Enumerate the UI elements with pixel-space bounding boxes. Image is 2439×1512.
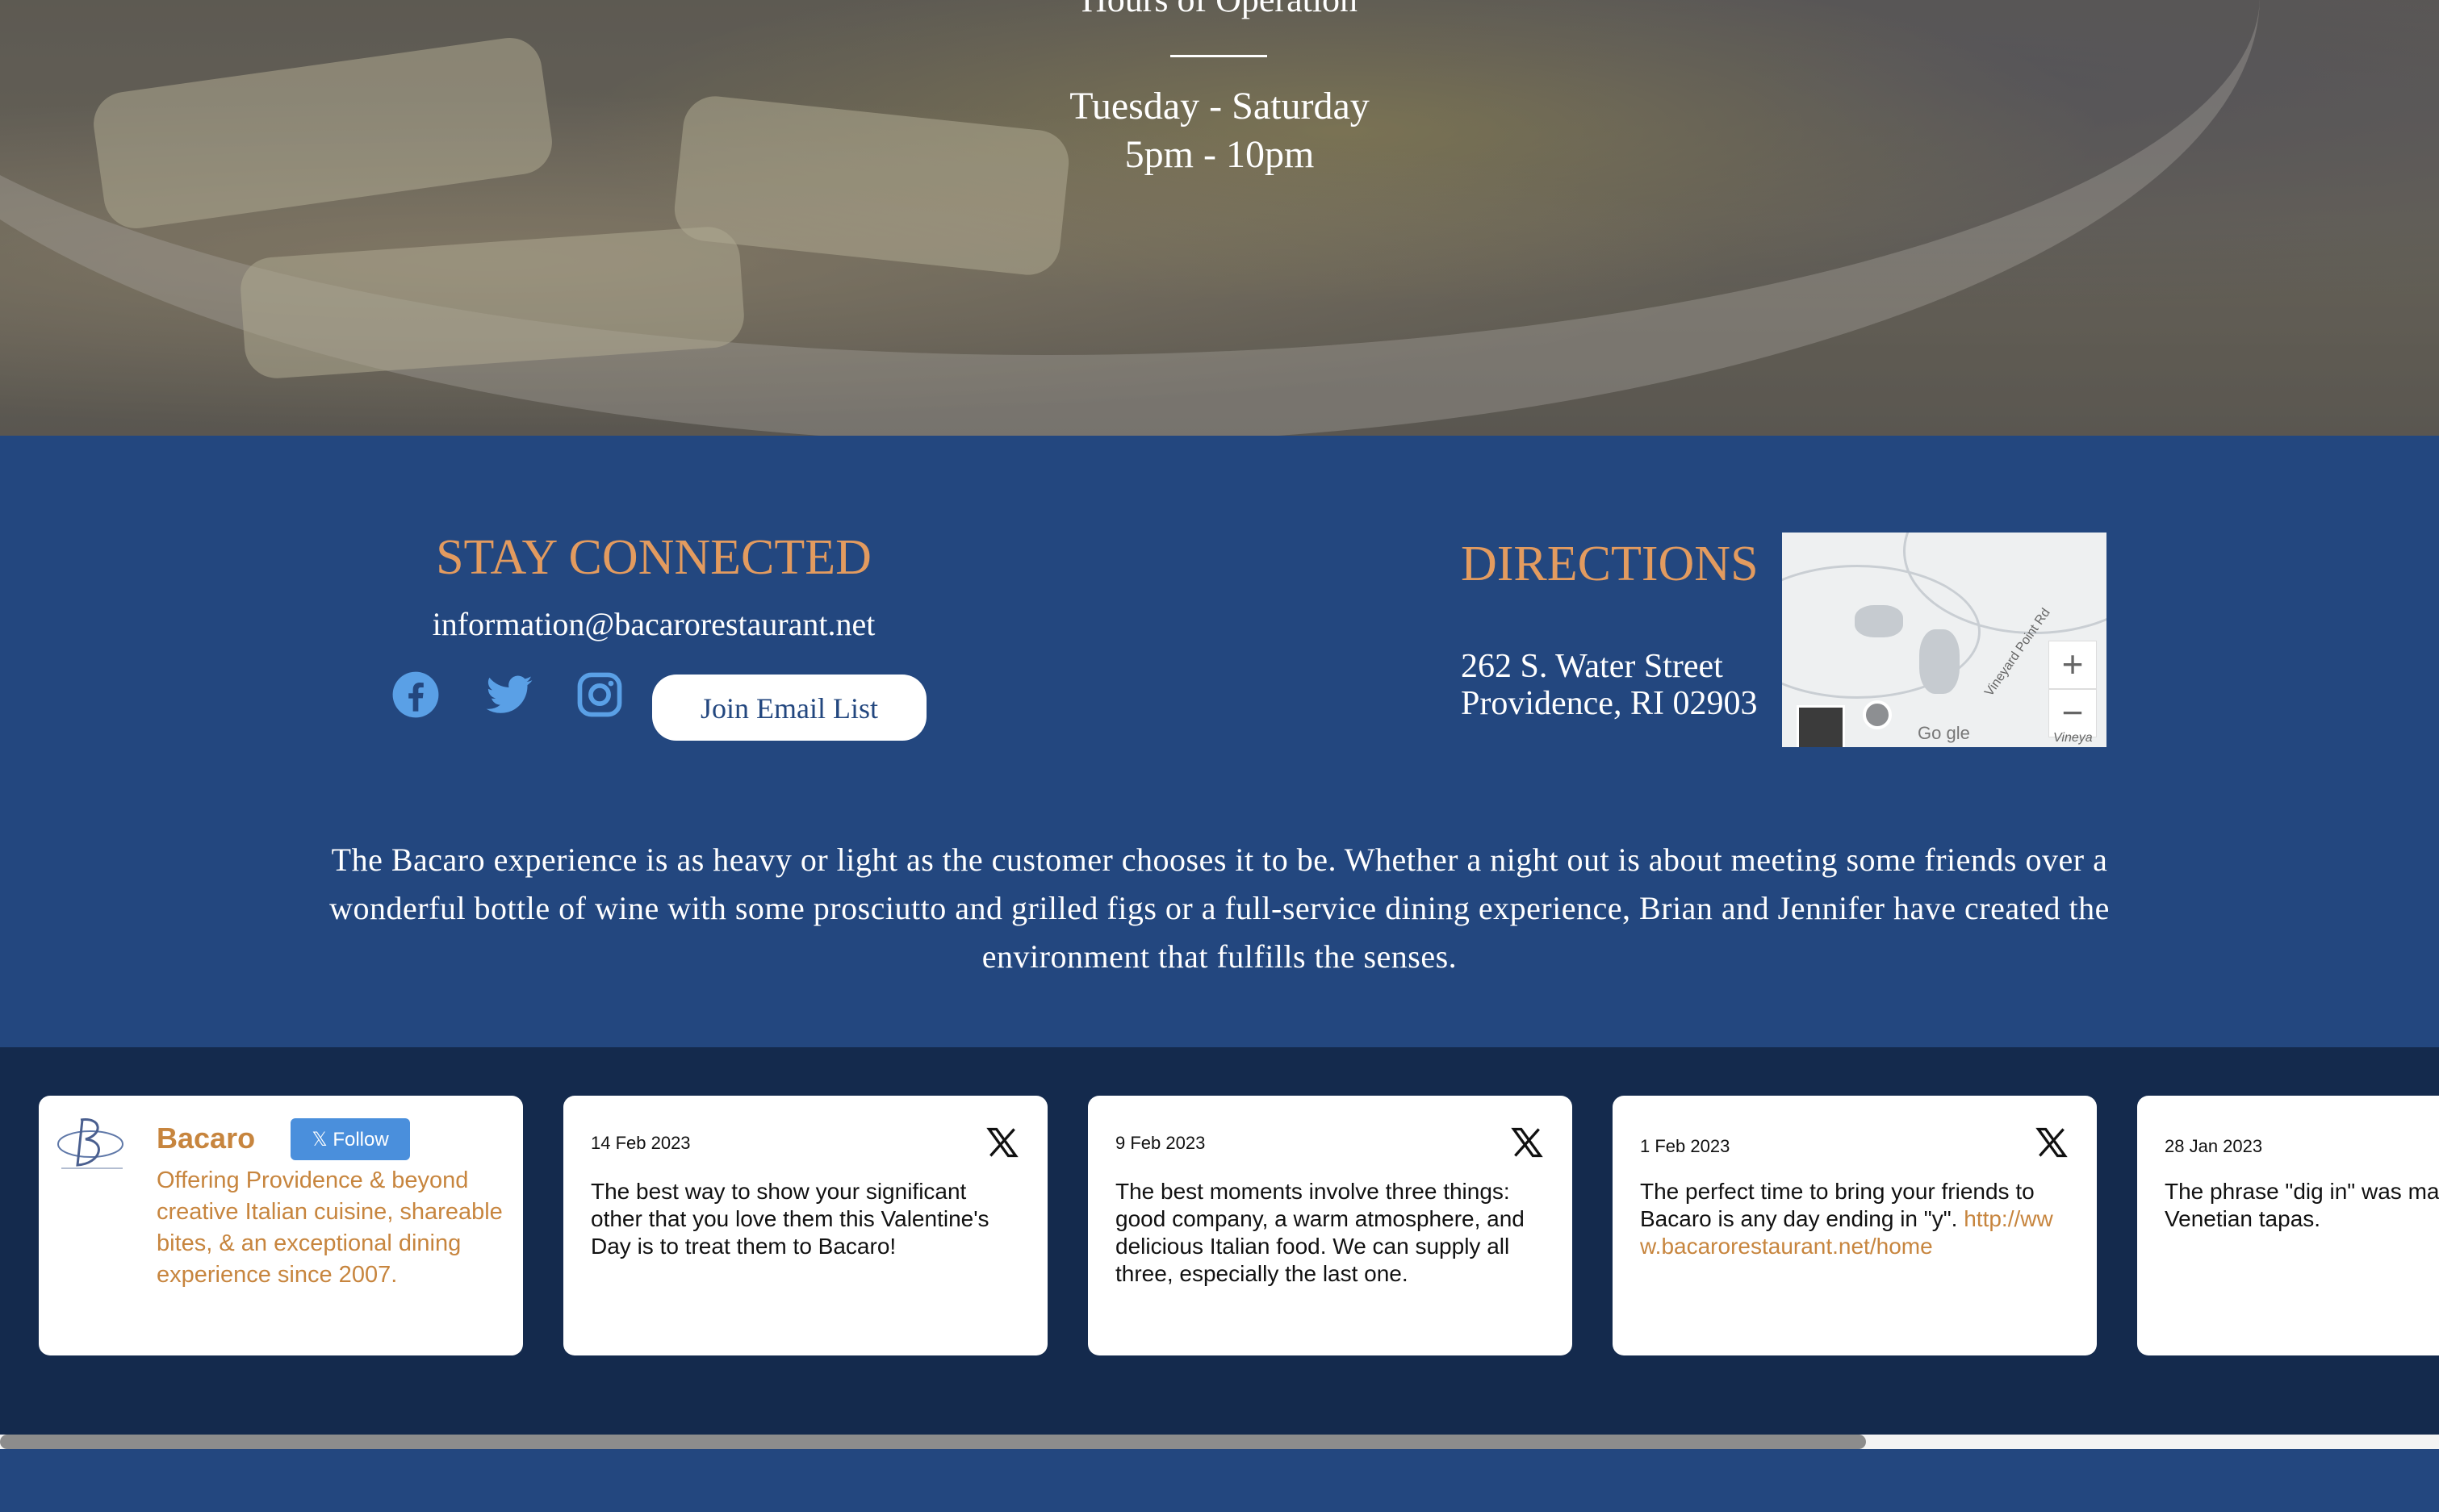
profile-name[interactable]: Bacaro xyxy=(157,1121,255,1155)
x-logo-icon: 𝕏 xyxy=(312,1129,333,1151)
tweet-date: 14 Feb 2023 xyxy=(591,1133,691,1153)
follow-label: Follow xyxy=(333,1129,389,1151)
facebook-icon[interactable] xyxy=(391,670,441,720)
tweet-text: The perfect time to bring your friends t… xyxy=(1640,1178,2069,1260)
tweet-text: The best moments involve three things: g… xyxy=(1115,1179,1525,1286)
directions-title: DIRECTIONS xyxy=(1461,537,1759,591)
map-zoom-in-button[interactable]: + xyxy=(2048,641,2097,689)
footer-band xyxy=(0,1449,2439,1512)
x-logo-icon[interactable] xyxy=(2034,1125,2069,1160)
tweet-text: The phrase "dig in" was ma Venetian tapas… xyxy=(2165,1179,2439,1231)
tweet-card[interactable]: 28 Jan 2023 The phrase "dig in" was ma Ve… xyxy=(2137,1096,2439,1355)
map-water xyxy=(1855,605,1903,637)
twitter-feed: Bacaro 𝕏 Follow Offering Providence & be… xyxy=(0,1047,2439,1451)
map-water xyxy=(1919,629,1960,694)
feed-scrollbar-thumb[interactable] xyxy=(0,1435,1866,1449)
hours-title: Hours of Operation xyxy=(0,0,2439,20)
hero-overlay xyxy=(0,0,2439,436)
address-line2: Providence, RI 02903 xyxy=(1461,685,1758,722)
street-view-thumbnail[interactable] xyxy=(1797,705,1845,747)
tweet-card[interactable]: 1 Feb 2023 The perfect time to bring you… xyxy=(1613,1096,2097,1355)
profile-bio: Offering Providence & beyond creative It… xyxy=(157,1167,503,1288)
tweet-card[interactable]: 9 Feb 2023 The best moments involve thre… xyxy=(1088,1096,1572,1355)
tweet-date: 1 Feb 2023 xyxy=(1640,1136,1730,1156)
google-logo: Go gle xyxy=(1918,723,1970,743)
x-logo-icon[interactable] xyxy=(985,1125,1020,1160)
stay-connected-title: STAY CONNECTED xyxy=(436,530,872,585)
info-section: STAY CONNECTED information@bacarorestaur… xyxy=(0,436,2439,1047)
map-corner-label: Vineya xyxy=(2053,731,2093,745)
join-email-list-button[interactable]: Join Email List xyxy=(652,675,927,741)
tweet-text: The best way to show your significant ot… xyxy=(591,1179,989,1259)
instagram-icon[interactable] xyxy=(575,670,625,720)
hero-banner: Hours of Operation Tuesday - Saturday 5p… xyxy=(0,0,2439,436)
twitter-icon[interactable] xyxy=(484,670,534,720)
about-blurb: The Bacaro experience is as heavy or lig… xyxy=(329,842,2110,975)
map-zoom-out-button[interactable]: − xyxy=(2048,689,2097,737)
hours-time: 5pm - 10pm xyxy=(1124,133,1315,176)
email-link[interactable]: information@bacarorestaurant.net xyxy=(339,605,968,643)
tweet-date: 9 Feb 2023 xyxy=(1115,1133,1206,1153)
bacaro-logo-icon xyxy=(57,1118,123,1169)
map-pin-icon[interactable] xyxy=(1863,700,1892,729)
hours-divider xyxy=(1170,55,1267,57)
map-widget[interactable]: Vineyard Point Rd + − Go gle Vineya xyxy=(1782,533,2106,747)
hours-days: Tuesday - Saturday xyxy=(1069,85,1370,127)
tweet-date: 28 Jan 2023 xyxy=(2165,1136,2263,1156)
profile-card[interactable]: Bacaro 𝕏 Follow Offering Providence & be… xyxy=(39,1096,523,1355)
tweet-card[interactable]: 14 Feb 2023 The best way to show your si… xyxy=(563,1096,1048,1355)
x-logo-icon[interactable] xyxy=(1509,1125,1545,1160)
address-line1: 262 S. Water Street xyxy=(1461,648,1723,685)
follow-button[interactable]: 𝕏 Follow xyxy=(291,1118,410,1160)
